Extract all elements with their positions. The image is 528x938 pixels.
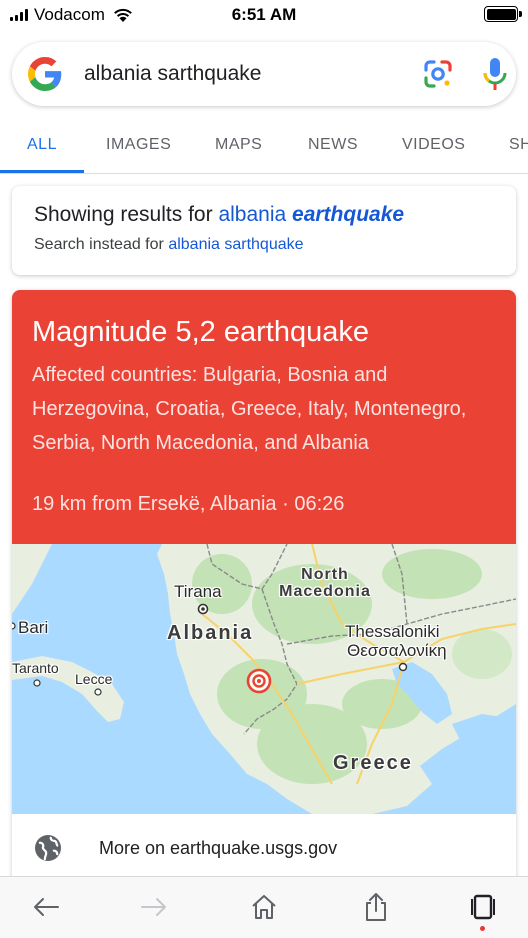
corrected-query-plain: albania <box>218 203 287 226</box>
map-label-albania: Albania <box>167 622 254 644</box>
affected-countries: Affected countries: Bulgaria, Bosnia and… <box>32 364 467 454</box>
map-label-tirana: Tirana <box>174 582 222 601</box>
earthquake-location-time: 19 km from Ersekë, Albania · 06:26 <box>32 493 345 515</box>
google-logo-icon[interactable] <box>28 57 62 91</box>
showing-results-line: Showing results for albania earthquake <box>34 203 404 227</box>
tab-all[interactable]: ALL <box>27 136 57 154</box>
map-label-lecce: Lecce <box>75 671 113 687</box>
map-label-north-macedonia: North Macedonia <box>270 566 380 600</box>
map-label-thessaloniki-greek: Θεσσαλονίκη <box>347 641 447 660</box>
search-box[interactable] <box>12 42 516 106</box>
tab-images[interactable]: IMAGES <box>106 136 171 154</box>
tab-news[interactable]: NEWS <box>308 136 358 154</box>
status-bar: Vodacom 6:51 AM <box>0 0 528 32</box>
more-source-text: More on earthquake.usgs.gov <box>99 838 338 858</box>
globe-icon <box>35 835 61 861</box>
home-icon[interactable] <box>248 891 280 923</box>
original-query-link[interactable]: albania sarthquake <box>168 236 303 253</box>
google-lens-icon[interactable] <box>422 58 454 90</box>
map-label-taranto: Taranto <box>12 660 59 676</box>
map-label-macedonia: Macedonia <box>279 583 371 600</box>
tab-shopping[interactable]: SH <box>509 136 528 154</box>
search-tabs: ALL IMAGES MAPS NEWS VIDEOS SH <box>0 120 528 174</box>
showing-results-prefix: Showing results for <box>34 203 213 226</box>
spelling-correction-card: Showing results for albania earthquake S… <box>12 186 516 275</box>
tabs-icon[interactable] <box>467 891 499 923</box>
map-label-bari: Bari <box>18 618 49 637</box>
tabs-notification-dot <box>480 926 485 931</box>
back-arrow-icon[interactable] <box>30 891 62 923</box>
search-instead-line: Search instead for albania sarthquake <box>34 236 304 254</box>
status-time: 6:51 AM <box>231 5 297 24</box>
epicenter-marker-icon[interactable] <box>245 667 273 695</box>
earthquake-card[interactable]: Magnitude 5,2 earthquake Affected countr… <box>12 290 516 890</box>
corrected-query-link[interactable]: albania earthquake <box>218 203 404 226</box>
corrected-query-emphasis: earthquake <box>292 203 405 226</box>
tab-maps[interactable]: MAPS <box>215 136 262 154</box>
earthquake-header: Magnitude 5,2 earthquake Affected countr… <box>12 290 516 544</box>
browser-bottom-bar <box>0 876 528 938</box>
map-label-north: North <box>301 566 349 583</box>
share-icon[interactable] <box>360 891 392 923</box>
search-instead-prefix: Search instead for <box>34 236 164 253</box>
earthquake-map[interactable]: Tirana North Macedonia Bari Albania Thes… <box>12 544 516 814</box>
microphone-icon[interactable] <box>480 56 510 92</box>
search-input[interactable] <box>84 60 384 88</box>
map-label-thessaloniki: Thessaloniki <box>345 622 440 641</box>
active-tab-indicator <box>0 170 84 173</box>
map-label-greece: Greece <box>333 752 413 774</box>
forward-arrow-icon[interactable] <box>138 891 170 923</box>
earthquake-title: Magnitude 5,2 earthquake <box>32 316 369 348</box>
tab-videos[interactable]: VIDEOS <box>402 136 465 154</box>
battery-icon <box>484 6 522 22</box>
